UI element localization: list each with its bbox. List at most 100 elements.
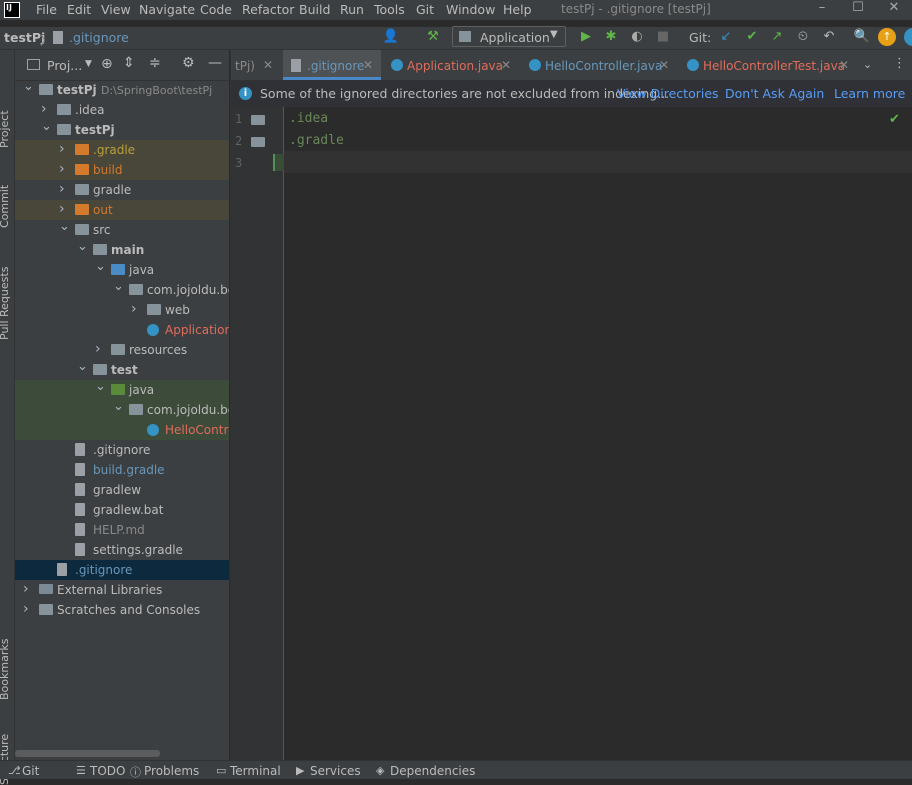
tool-window-tab-dependencies[interactable]: Dependencies (390, 764, 475, 778)
editor-tab[interactable]: HelloControllerTest.java ✕ (679, 50, 857, 80)
tree-item[interactable]: ⌄ test (15, 359, 229, 380)
menu-run[interactable]: Run (340, 2, 364, 17)
menu-navigate[interactable]: Navigate (139, 2, 195, 17)
git-commit-icon[interactable]: ✔ (743, 28, 761, 46)
tool-window-tab-terminal[interactable]: Terminal (230, 764, 281, 778)
tree-item[interactable]: › gradle (15, 180, 229, 200)
menu-tools[interactable]: Tools (374, 2, 405, 17)
tree-item[interactable]: › build (15, 160, 229, 180)
close-tab-icon[interactable]: ✕ (839, 58, 849, 72)
commit-tool-tab[interactable]: Commit (0, 185, 11, 228)
chevron-right-icon[interactable]: › (59, 201, 71, 217)
close-icon[interactable]: ✕ (876, 0, 912, 20)
tree-item[interactable]: .gitignore (15, 440, 229, 460)
tool-window-tab-todo[interactable]: TODO (90, 764, 125, 778)
menu-view[interactable]: View (101, 2, 131, 17)
more-options-icon[interactable]: ⋮ (893, 56, 906, 71)
tree-item[interactable]: ⌄ java (15, 259, 229, 280)
chevron-down-icon[interactable]: ⌄ (95, 259, 107, 274)
close-tab-icon[interactable]: ✕ (363, 58, 373, 72)
expand-all-icon[interactable]: ⇕ (123, 55, 135, 71)
chevron-down-icon[interactable]: ⌄ (23, 79, 35, 94)
project-panel-title[interactable]: Proj... (47, 58, 82, 73)
menu-git[interactable]: Git (416, 2, 434, 17)
user-icon[interactable]: 👤 (382, 28, 400, 46)
tree-item[interactable]: ⌄ testPj D:\SpringBoot\testPj (15, 79, 229, 100)
tree-item[interactable]: › External Libraries (15, 580, 229, 600)
editor-tab[interactable]: tPj) ✕ (231, 50, 281, 80)
chevron-down-icon[interactable]: ⌄ (113, 279, 125, 294)
code-line[interactable]: .idea (289, 111, 328, 126)
tool-window-tab-services[interactable]: Services (310, 764, 361, 778)
run-icon[interactable]: ▶ (577, 28, 595, 46)
editor-tab[interactable]: Application.java ✕ (383, 50, 519, 80)
tree-item[interactable]: gradlew (15, 480, 229, 500)
chevron-right-icon[interactable]: › (59, 181, 71, 197)
run-configuration-select[interactable]: Application ▼ (452, 26, 566, 47)
chevron-down-icon[interactable]: ⌄ (59, 219, 71, 234)
tree-item[interactable]: HelloContro (15, 420, 229, 440)
tree-item[interactable]: › .idea (15, 100, 229, 120)
history-icon[interactable]: ⏲ (794, 28, 812, 46)
view-directories-link[interactable]: View Directories (617, 86, 719, 101)
locate-file-icon[interactable]: ⊕ (101, 56, 113, 72)
tree-item[interactable]: ⌄ com.jojoldu.bo (15, 279, 229, 300)
gear-icon[interactable]: ⚙ (182, 55, 195, 71)
debug-icon[interactable]: ✱ (602, 28, 620, 46)
minimize-icon[interactable]: – (804, 0, 840, 20)
chevron-right-icon[interactable]: › (41, 101, 53, 117)
chevron-right-icon[interactable]: › (59, 161, 71, 177)
tree-item[interactable]: › .gradle (15, 140, 229, 160)
tree-item[interactable]: gradlew.bat (15, 500, 229, 520)
update-icon[interactable]: ↑ (878, 28, 896, 46)
code-line[interactable]: .gradle (289, 133, 344, 148)
breadcrumb-file[interactable]: .gitignore (69, 30, 129, 45)
tool-window-tab-git[interactable]: Git (22, 764, 39, 778)
close-tab-icon[interactable]: ✕ (501, 58, 511, 72)
dont-ask-again-link[interactable]: Don't Ask Again (725, 86, 824, 101)
stop-icon[interactable]: ■ (654, 28, 672, 46)
project-horizontal-scrollbar[interactable] (15, 750, 160, 757)
tool-window-tab-problems[interactable]: Problems (144, 764, 199, 778)
learn-more-link[interactable]: Learn more (834, 86, 905, 101)
chevron-right-icon[interactable]: › (131, 301, 143, 317)
chevron-down-icon[interactable]: ▼ (85, 59, 92, 69)
tree-item[interactable]: HELP.md (15, 520, 229, 540)
git-update-icon[interactable]: ↙ (717, 28, 735, 46)
tree-item[interactable]: build.gradle (15, 460, 229, 480)
chevron-right-icon[interactable]: › (95, 341, 107, 357)
chevron-down-icon[interactable]: ⌄ (95, 379, 107, 394)
pull-requests-tool-tab[interactable]: Pull Requests (0, 267, 11, 340)
chevron-down-icon[interactable]: ⌄ (77, 359, 89, 374)
bookmarks-tool-tab[interactable]: Bookmarks (0, 639, 11, 700)
tree-item[interactable]: .gitignore (15, 560, 229, 580)
tree-item[interactable]: ⌄ java (15, 379, 229, 400)
collapse-all-icon[interactable]: ≑ (149, 55, 161, 71)
menu-file[interactable]: File (36, 2, 57, 17)
chevron-down-icon[interactable]: ⌄ (41, 119, 53, 134)
tree-item[interactable]: settings.gradle (15, 540, 229, 560)
chevron-down-icon[interactable]: ⌄ (113, 399, 125, 414)
menu-window[interactable]: Window (446, 2, 495, 17)
menu-code[interactable]: Code (200, 2, 232, 17)
project-tool-tab[interactable]: Project (0, 110, 11, 148)
chevron-down-icon[interactable]: ⌄ (863, 58, 872, 71)
rollback-icon[interactable]: ↶ (820, 28, 838, 46)
chevron-right-icon[interactable]: › (23, 601, 35, 617)
chevron-right-icon[interactable]: › (59, 141, 71, 157)
menu-build[interactable]: Build (299, 2, 330, 17)
chevron-right-icon[interactable]: › (23, 581, 35, 597)
git-push-icon[interactable]: ↗ (768, 28, 786, 46)
settings-sync-icon[interactable] (904, 28, 912, 46)
tree-item[interactable]: ⌄ main (15, 239, 229, 260)
menu-help[interactable]: Help (503, 2, 532, 17)
coverage-icon[interactable]: ◐ (628, 28, 646, 46)
tree-item[interactable]: ⌄ com.jojoldu.bo (15, 399, 229, 420)
search-icon[interactable]: 🔍 (853, 28, 871, 46)
code-area[interactable]: .idea .gradle (231, 107, 912, 760)
build-hammer-icon[interactable]: ⚒ (424, 28, 442, 46)
hide-panel-icon[interactable]: — (208, 55, 222, 71)
tree-item[interactable]: ⌄ src (15, 219, 229, 240)
maximize-icon[interactable]: ☐ (840, 0, 876, 20)
tree-item[interactable]: Application (15, 320, 229, 340)
